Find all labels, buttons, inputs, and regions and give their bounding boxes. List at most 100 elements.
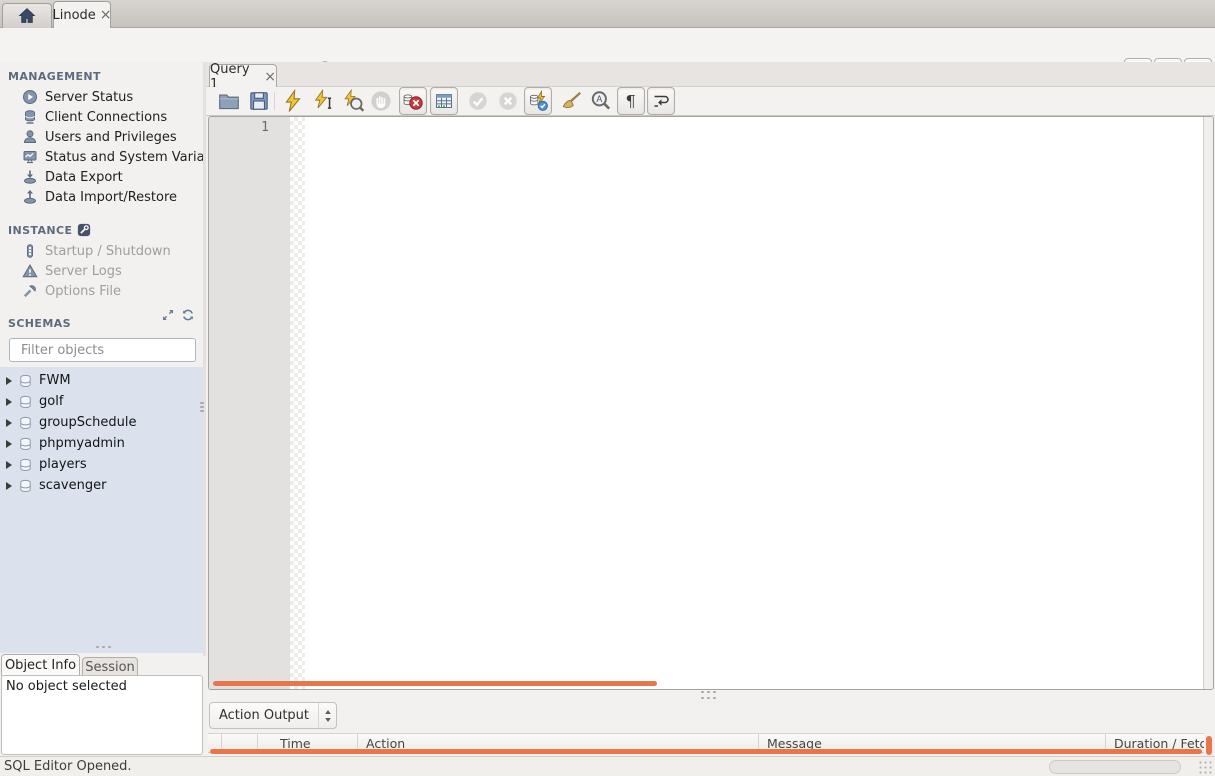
toolbar-separator [274,92,275,110]
sidebar-item-server-logs[interactable]: Server Logs [0,261,205,281]
instance-section-header: INSTANCE [0,207,205,241]
data-export-icon [22,169,38,185]
toggle-autocommit-button[interactable] [524,87,552,115]
chevron-right-icon[interactable] [6,481,12,490]
toggle-invisible-characters-button[interactable]: ¶ [617,87,645,115]
stop-execution-button [369,89,393,113]
line-number-gutter: 1 [209,117,290,689]
connection-tab-label: Linode [52,7,96,23]
execute-current-statement-button[interactable] [311,89,335,113]
tab-object-info[interactable]: Object Info [1,654,80,676]
sidebar-item-system-variables[interactable]: Status and System Variables [0,147,205,167]
sidebar-splitter[interactable] [203,62,206,656]
close-icon[interactable]: × [264,69,276,85]
database-icon [18,436,33,452]
database-icon [18,415,33,431]
sidebar-item-users-privileges[interactable]: Users and Privileges [0,127,205,147]
schemas-section-header: SCHEMAS [0,301,205,334]
spinner-arrows-icon [324,708,332,724]
rollback-button [496,89,520,113]
output-selector-spinner[interactable] [318,703,336,728]
sql-editor: 1 [208,116,1214,690]
object-info-message: No object selected [6,679,127,694]
management-section-header: MANAGEMENT [0,62,205,87]
svg-text:A: A [596,95,602,105]
connection-tab-bar: Linode × [0,0,1215,28]
chevron-right-icon[interactable] [6,460,12,469]
status-message: SQL Editor Opened. [4,759,132,774]
chevron-right-icon[interactable] [6,397,12,406]
refresh-schemas-icon[interactable] [181,308,195,322]
client-connections-icon [22,109,38,125]
sql-editor-toolbar: A ¶ [206,87,1215,116]
sidebar-item-server-status[interactable]: Server Status [0,87,205,107]
execute-statement-button[interactable] [281,89,305,113]
home-icon [17,6,37,26]
sidebar-item-data-export[interactable]: Data Export [0,167,205,187]
sidebar-splitter-grip[interactable] [200,402,204,412]
svg-text:¶: ¶ [626,92,636,111]
schema-row-phpmyadmin[interactable]: phpmyadmin [0,433,205,454]
schema-row-golf[interactable]: golf [0,391,205,412]
instance-title: INSTANCE [8,223,73,237]
management-title: MANAGEMENT [8,70,101,83]
output-splitter-grip[interactable] [701,691,716,693]
fold-margin [290,117,305,689]
output-vertical-scrollbar[interactable] [1206,736,1212,755]
database-icon [18,478,33,494]
line-number: 1 [261,120,269,135]
info-panel-splitter-grip[interactable] [96,646,111,648]
schema-row-groupschedule[interactable]: groupSchedule [0,412,205,433]
home-tab[interactable] [2,3,52,28]
sidebar-item-client-connections[interactable]: Client Connections [0,107,205,127]
sidebar-item-startup-shutdown[interactable]: Startup / Shutdown [0,241,205,261]
sidebar-item-data-import[interactable]: Data Import/Restore [0,187,205,207]
find-button[interactable]: A [589,89,613,113]
chevron-right-icon[interactable] [6,439,12,448]
output-splitter-grip[interactable] [701,697,716,699]
data-import-icon [22,189,38,205]
server-status-icon [22,89,38,105]
progress-indicator [1049,760,1181,774]
object-info-panel: No object selected [1,675,203,755]
database-icon [18,394,33,410]
limit-rows-button[interactable] [430,87,458,115]
schema-row-players[interactable]: players [0,454,205,475]
output-horizontal-scrollbar[interactable] [210,749,1202,754]
sidebar-item-options-file[interactable]: Options File [0,281,205,301]
output-selector[interactable]: Action Output [209,702,337,729]
close-icon[interactable]: × [100,7,112,23]
main-toolbar: SQL SQL i f() [0,28,1215,85]
editor-horizontal-scrollbar[interactable] [213,681,657,686]
database-icon [18,373,33,389]
chevron-right-icon[interactable] [6,418,12,427]
output-selector-value: Action Output [219,708,310,723]
toggle-stop-on-error-button[interactable] [399,87,427,115]
expand-schemas-icon[interactable] [161,308,175,322]
explain-plan-button[interactable] [341,89,365,113]
toggle-word-wrap-button[interactable] [647,87,675,115]
clear-query-button[interactable] [559,89,583,113]
connection-tab-linode[interactable]: Linode × [52,1,112,28]
startup-shutdown-icon [22,243,38,259]
schema-row-fwm[interactable]: FWM [0,370,205,391]
tab-query-1[interactable]: Query 1 × [209,62,277,92]
tab-session[interactable]: Session [82,657,138,676]
save-script-button[interactable] [247,89,271,113]
chevron-right-icon[interactable] [6,376,12,385]
open-script-button[interactable] [217,89,241,113]
window-resize-grip[interactable] [1198,760,1213,774]
database-icon [18,457,33,473]
schema-row-scavenger[interactable]: scavenger [0,475,205,496]
system-variables-icon [22,149,38,165]
commit-button [466,89,490,113]
schema-filter-input[interactable] [21,342,191,358]
sql-text-area[interactable] [305,117,1203,689]
users-icon [22,129,38,145]
schema-filter-box [9,338,196,362]
options-file-icon [22,283,38,299]
status-bar: SQL Editor Opened. [0,756,1215,776]
editor-vertical-scrollbar[interactable] [1203,117,1213,689]
server-logs-icon [22,263,38,279]
query-tab-bar: Query 1 × [206,62,1215,92]
